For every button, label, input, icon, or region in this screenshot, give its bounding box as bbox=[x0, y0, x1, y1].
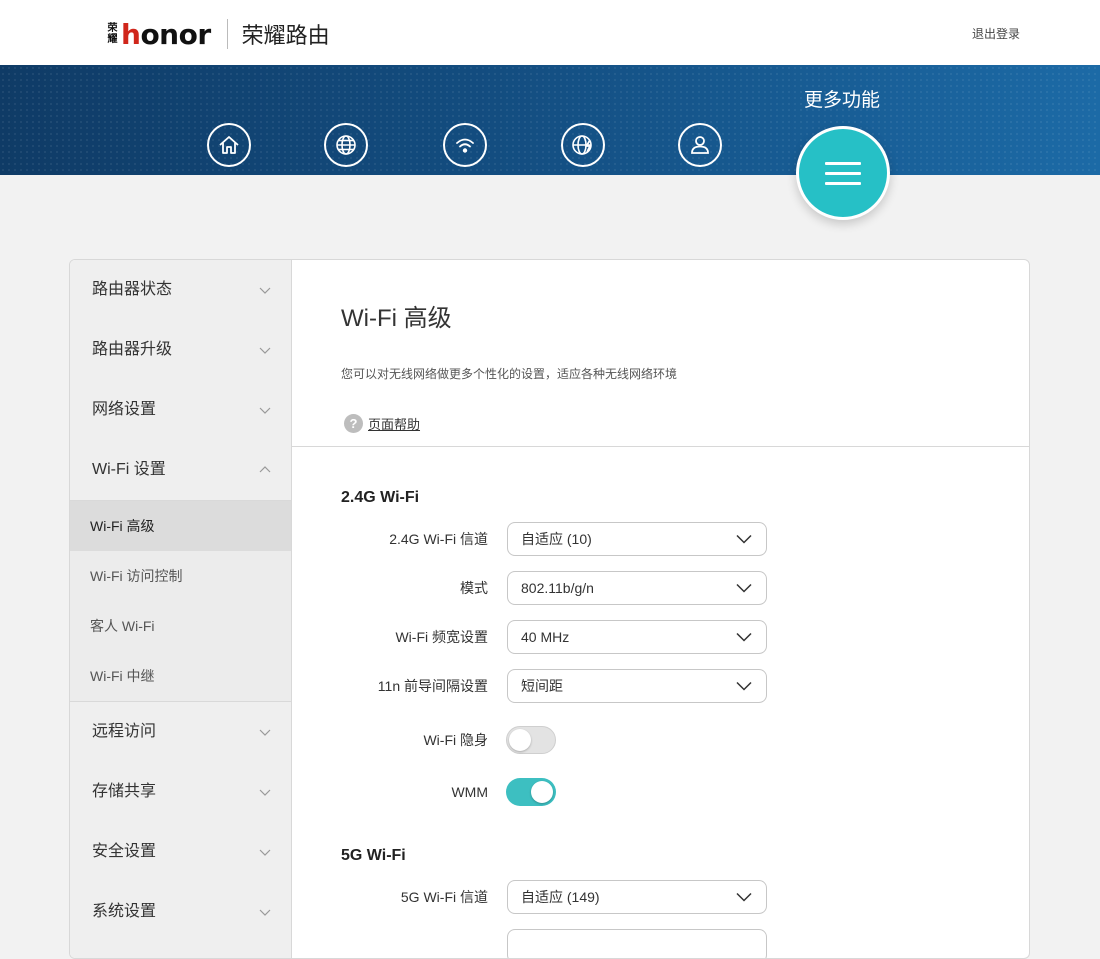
chevron-down-icon bbox=[259, 347, 271, 354]
sidebar-item-label: 路由器升级 bbox=[92, 341, 173, 358]
page-help-link[interactable]: ? 页面帮助 bbox=[344, 414, 420, 433]
mode-select[interactable]: 802.11b/g/n bbox=[507, 571, 767, 605]
chevron-down-icon bbox=[259, 849, 271, 856]
globe-icon[interactable] bbox=[324, 123, 368, 167]
submenu-item-guest-wifi[interactable]: 客人 Wi-Fi bbox=[70, 601, 291, 651]
section-title-24g: 2.4G Wi-Fi bbox=[341, 489, 420, 506]
row-24g-hidden: Wi-Fi 隐身 bbox=[291, 723, 771, 757]
chevron-down-icon bbox=[259, 287, 271, 294]
product-name: 荣耀路由 bbox=[241, 23, 330, 48]
channel-5g-label: 5G Wi-Fi 信道 bbox=[400, 889, 488, 905]
chevron-down-icon bbox=[736, 583, 752, 593]
honor-logo[interactable]: 荣耀 honor 荣耀路由 bbox=[106, 17, 330, 51]
sidebar-item-label: 远程访问 bbox=[92, 723, 157, 740]
wifi-hidden-label: Wi-Fi 隐身 bbox=[423, 732, 488, 748]
chevron-down-icon bbox=[259, 729, 271, 736]
sidebar-item-label: 系统设置 bbox=[92, 903, 157, 920]
logo-divider bbox=[226, 19, 228, 49]
sidebar-item-storage-sharing[interactable]: 存储共享 bbox=[70, 762, 291, 822]
wifi-submenu: Wi-Fi 高级 Wi-Fi 访问控制 客人 Wi-Fi Wi-Fi 中继 bbox=[70, 500, 291, 702]
logout-link[interactable]: 退出登录 bbox=[972, 25, 1020, 42]
select-value: 40 MHz bbox=[521, 629, 570, 645]
row-24g-channel: 2.4G Wi-Fi 信道 自适应 (10) bbox=[291, 522, 771, 556]
menu-icon bbox=[825, 155, 861, 192]
submenu-item-wifi-advanced[interactable]: Wi-Fi 高级 bbox=[70, 501, 291, 551]
sidebar-item-wifi-settings[interactable]: Wi-Fi 设置 bbox=[70, 440, 291, 500]
wmm-label: WMM bbox=[451, 784, 488, 800]
sidebar-item-network-settings[interactable]: 网络设置 bbox=[70, 380, 291, 440]
next-select[interactable] bbox=[507, 929, 767, 958]
logo-seal: 荣耀 bbox=[107, 23, 118, 45]
sidebar: 路由器状态 路由器升级 网络设置 Wi-Fi 设置 Wi-Fi 高级 Wi-Fi… bbox=[70, 260, 292, 958]
wifi-icon[interactable] bbox=[443, 123, 487, 167]
content-area: Wi-Fi 高级 您可以对无线网络做更多个性化的设置，适应各种无线网络环境 ? … bbox=[291, 260, 1029, 958]
chevron-down-icon bbox=[736, 681, 752, 691]
chevron-down-icon bbox=[259, 789, 271, 796]
select-value: 短间距 bbox=[521, 678, 563, 694]
sidebar-item-label: 存储共享 bbox=[92, 783, 157, 800]
sidebar-item-label: Wi-Fi 设置 bbox=[92, 461, 166, 478]
page-description: 您可以对无线网络做更多个性化的设置，适应各种无线网络环境 bbox=[341, 367, 678, 381]
bandwidth-select[interactable]: 40 MHz bbox=[507, 620, 767, 654]
top-bar: 荣耀 honor 荣耀路由 退出登录 bbox=[0, 0, 1100, 65]
chevron-down-icon bbox=[736, 632, 752, 642]
guard-interval-label: 11n 前导间隔设置 bbox=[377, 678, 488, 694]
page-title: Wi-Fi 高级 bbox=[341, 305, 452, 332]
select-value: 自适应 (149) bbox=[521, 889, 600, 905]
help-label: 页面帮助 bbox=[368, 417, 421, 432]
toggle-knob bbox=[509, 729, 531, 751]
bandwidth-label: Wi-Fi 频宽设置 bbox=[395, 629, 488, 645]
sidebar-item-system-settings[interactable]: 系统设置 bbox=[70, 882, 291, 942]
sidebar-item-label: 安全设置 bbox=[92, 843, 157, 860]
select-value: 802.11b/g/n bbox=[521, 580, 594, 596]
sidebar-item-label: 路由器状态 bbox=[92, 281, 173, 298]
user-icon[interactable] bbox=[678, 123, 722, 167]
guard-interval-select[interactable]: 短间距 bbox=[507, 669, 767, 703]
channel-5g-select[interactable]: 自适应 (149) bbox=[507, 880, 767, 914]
select-value: 自适应 (10) bbox=[521, 531, 592, 547]
chevron-down-icon bbox=[736, 892, 752, 902]
channel-24g-select[interactable]: 自适应 (10) bbox=[507, 522, 767, 556]
sidebar-item-label: 网络设置 bbox=[92, 401, 157, 418]
logo-wordmark: honor bbox=[121, 17, 211, 51]
chevron-up-icon bbox=[259, 466, 271, 473]
wifi-hidden-toggle[interactable] bbox=[506, 726, 556, 754]
more-features-button[interactable] bbox=[796, 126, 890, 220]
chevron-down-icon bbox=[259, 909, 271, 916]
settings-panel: 路由器状态 路由器升级 网络设置 Wi-Fi 设置 Wi-Fi 高级 Wi-Fi… bbox=[69, 259, 1030, 959]
submenu-item-wifi-access-control[interactable]: Wi-Fi 访问控制 bbox=[70, 551, 291, 601]
row-24g-mode: 模式 802.11b/g/n bbox=[291, 571, 771, 605]
row-24g-bandwidth: Wi-Fi 频宽设置 40 MHz bbox=[291, 620, 771, 654]
channel-24g-label: 2.4G Wi-Fi 信道 bbox=[389, 531, 488, 547]
home-icon[interactable] bbox=[207, 123, 251, 167]
globe-lightning-icon[interactable] bbox=[561, 123, 605, 167]
mode-label: 模式 bbox=[460, 580, 488, 596]
chevron-down-icon bbox=[736, 534, 752, 544]
divider bbox=[291, 446, 1029, 447]
row-5g-channel: 5G Wi-Fi 信道 自适应 (149) bbox=[291, 880, 771, 914]
sidebar-item-remote-access[interactable]: 远程访问 bbox=[70, 702, 291, 762]
section-title-5g: 5G Wi-Fi bbox=[341, 847, 406, 864]
more-features-label: 更多功能 bbox=[804, 90, 881, 111]
row-24g-guard-interval: 11n 前导间隔设置 短间距 bbox=[291, 669, 771, 703]
toggle-knob bbox=[531, 781, 553, 803]
wmm-toggle[interactable] bbox=[506, 778, 556, 806]
sidebar-item-router-upgrade[interactable]: 路由器升级 bbox=[70, 320, 291, 380]
sidebar-item-security-settings[interactable]: 安全设置 bbox=[70, 822, 291, 882]
nav-banner: 更多功能 bbox=[0, 65, 1100, 220]
submenu-item-wifi-repeater[interactable]: Wi-Fi 中继 bbox=[70, 651, 291, 701]
sidebar-item-router-status[interactable]: 路由器状态 bbox=[70, 260, 291, 320]
chevron-down-icon bbox=[259, 407, 271, 414]
row-24g-wmm: WMM bbox=[291, 775, 771, 809]
row-5g-next bbox=[291, 929, 771, 958]
help-icon: ? bbox=[344, 414, 363, 433]
